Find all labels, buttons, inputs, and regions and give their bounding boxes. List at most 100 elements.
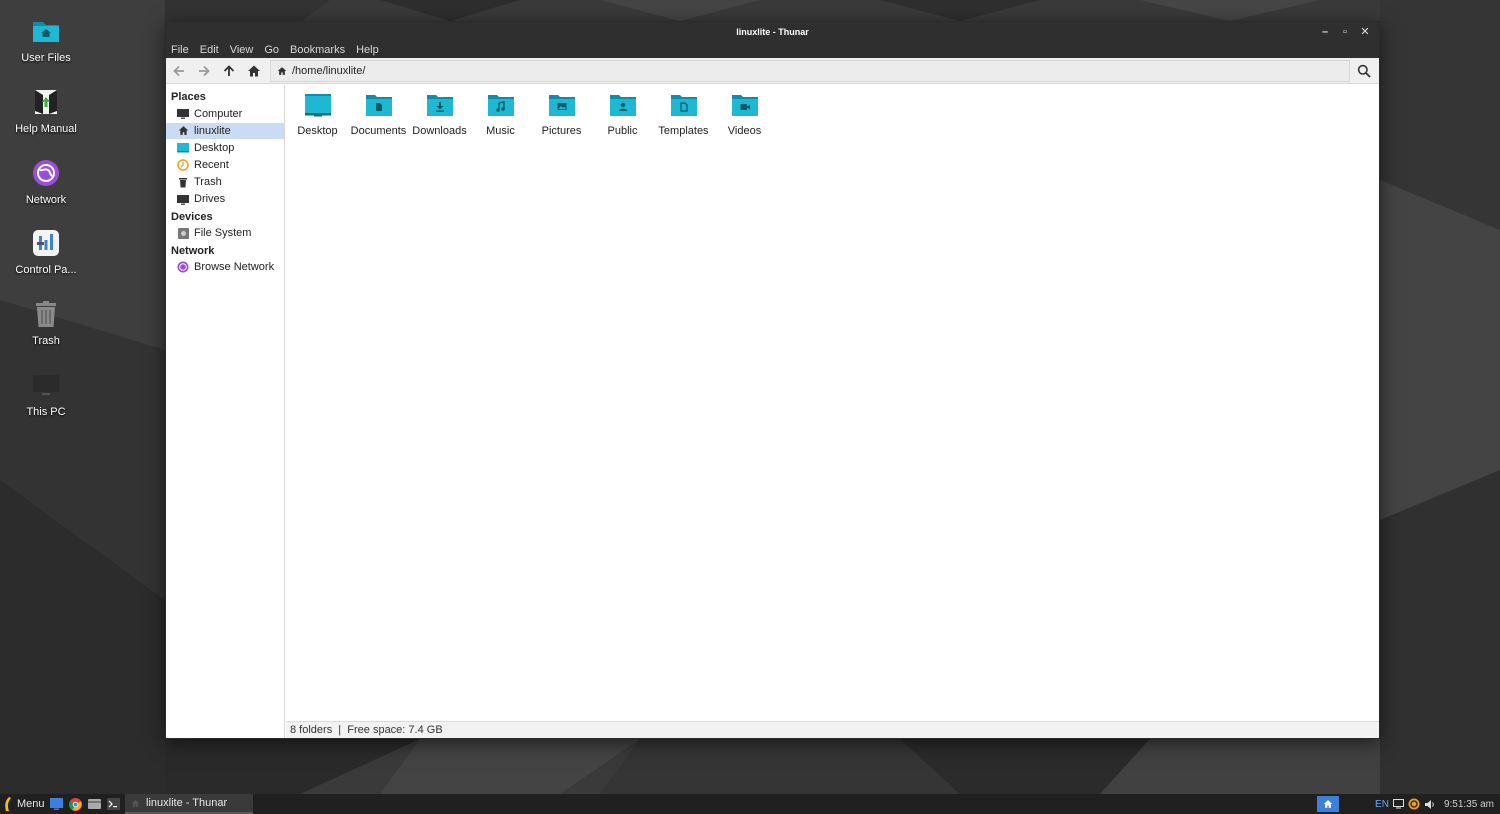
location-bar[interactable]: /home/linuxlite/ (270, 60, 1350, 82)
folder-label: Templates (658, 125, 709, 137)
computer-icon (33, 375, 59, 395)
home-icon (277, 67, 287, 75)
taskbar-task-thunar[interactable]: linuxlite - Thunar (125, 794, 253, 814)
terminal-icon (106, 798, 120, 810)
location-path: /home/linuxlite/ (292, 65, 366, 77)
arrow-left-icon (172, 65, 184, 76)
sidebar-item-desktop[interactable]: Desktop (166, 140, 284, 157)
sidebar-item-linuxlite[interactable]: linuxlite (166, 122, 284, 140)
update-notifier-icon[interactable] (1408, 798, 1420, 810)
trash-icon (36, 301, 56, 327)
computer-icon (177, 109, 189, 120)
control-panel-icon (33, 230, 59, 256)
close-icon[interactable]: ✕ (1355, 22, 1375, 41)
status-bar: 8 folders | Free space: 7.4 GB (286, 721, 1379, 738)
home-button[interactable] (241, 60, 266, 82)
sidebar-item-browse-network[interactable]: Browse Network (166, 259, 284, 276)
folder-label: Videos (727, 125, 762, 137)
folder-label: Downloads (412, 125, 467, 137)
sidebar-header-network: Network (171, 244, 215, 257)
music-folder-icon (487, 95, 514, 116)
display-icon[interactable] (1392, 799, 1404, 809)
keyboard-layout[interactable]: EN (1375, 799, 1389, 810)
file-manager-launcher[interactable] (87, 797, 102, 812)
pictures-folder-icon (548, 95, 575, 116)
volume-icon[interactable] (1424, 799, 1436, 810)
desktop-icon-user-files[interactable]: User Files (4, 14, 88, 78)
title-bar[interactable]: linuxlite - Thunar – ▫ ✕ (166, 22, 1379, 41)
folder-item-desktop[interactable]: Desktop (287, 92, 348, 142)
menu-help[interactable]: Help (356, 44, 379, 56)
clock[interactable]: 9:51:35 am (1444, 799, 1494, 810)
folder-label: Documents (350, 125, 407, 137)
menu-button[interactable]: Menu (4, 797, 45, 811)
sidebar-item-recent[interactable]: Recent (166, 157, 284, 174)
folder-label: Pictures (541, 125, 582, 137)
sidebar-item-file-system[interactable]: File System (166, 225, 284, 242)
folder-item-pictures[interactable]: Pictures (531, 92, 592, 142)
folder-label: Desktop (297, 125, 338, 137)
folder-label: Public (607, 125, 638, 137)
trash-icon (179, 177, 187, 188)
chrome-icon (68, 797, 82, 811)
forward-button[interactable] (191, 60, 216, 82)
arrow-up-icon (223, 64, 234, 76)
file-view[interactable]: Desktop Documents Downloads Music Pictur… (286, 85, 1379, 721)
folder-item-documents[interactable]: Documents (348, 92, 409, 142)
search-button[interactable] (1353, 60, 1375, 82)
folder-label: Music (486, 125, 515, 137)
workspace-button[interactable] (1317, 796, 1340, 812)
sidebar-item-label: Desktop (194, 141, 235, 154)
desktop-icon-help-manual[interactable]: Help Manual (4, 85, 88, 149)
desktop-icon-control-panel[interactable]: Control Pa... (4, 226, 88, 290)
menu-edit[interactable]: Edit (200, 44, 219, 56)
home-icon (247, 65, 260, 76)
menu-view[interactable]: View (230, 44, 254, 56)
sidebar-item-label: linuxlite (194, 124, 231, 137)
system-tray: EN 9:51:35 am (1317, 794, 1494, 814)
sidebar-item-label: Drives (194, 193, 226, 206)
minimize-icon[interactable]: – (1315, 22, 1335, 41)
desktop-icon-label: Control Pa... (15, 264, 77, 276)
desktop-icon-label: Network (25, 194, 67, 206)
folder-item-music[interactable]: Music (470, 92, 531, 142)
menu-file[interactable]: File (171, 44, 189, 56)
show-desktop-launcher[interactable] (49, 797, 64, 812)
browser-launcher[interactable] (68, 797, 83, 812)
desktop-icon-label: Trash (32, 335, 60, 347)
status-text: 8 folders | Free space: 7.4 GB (290, 724, 443, 736)
maximize-icon[interactable]: ▫ (1335, 22, 1355, 41)
network-icon (33, 160, 59, 186)
desktop-icon-this-pc[interactable]: This PC (4, 368, 88, 432)
sidebar-item-trash[interactable]: Trash (166, 174, 284, 191)
arrow-right-icon (198, 65, 210, 76)
file-manager-window: linuxlite - Thunar – ▫ ✕ File Edit View … (165, 21, 1380, 739)
folder-item-downloads[interactable]: Downloads (409, 92, 470, 142)
folder-item-public[interactable]: Public (592, 92, 653, 142)
parent-folder-button[interactable] (216, 60, 241, 82)
sidebar-item-computer[interactable]: Computer (166, 106, 284, 123)
sidebar-header-devices: Devices (171, 210, 213, 223)
window-controls: – ▫ ✕ (1315, 22, 1375, 41)
desktop-folder-icon (304, 94, 331, 117)
folder-item-templates[interactable]: Templates (653, 92, 714, 142)
desktop-icon (177, 143, 189, 153)
desktop-icon-trash[interactable]: Trash (4, 297, 88, 361)
sidebar-item-label: File System (194, 227, 252, 240)
back-button[interactable] (166, 60, 191, 82)
menu-go[interactable]: Go (264, 44, 279, 56)
folder-item-videos[interactable]: Videos (714, 92, 775, 142)
linuxlite-logo-icon (5, 797, 11, 811)
sidebar-item-label: Trash (194, 176, 222, 189)
sidebar-item-drives[interactable]: Drives (166, 191, 284, 208)
desktop-icon-label: Help Manual (15, 123, 77, 135)
menu-bookmarks[interactable]: Bookmarks (290, 44, 345, 56)
videos-folder-icon (731, 95, 758, 116)
window-title: linuxlite - Thunar (736, 26, 809, 37)
terminal-launcher[interactable] (106, 797, 121, 812)
downloads-folder-icon (426, 95, 453, 116)
home-icon (1323, 800, 1333, 808)
desktop-icon-network[interactable]: Network (4, 156, 88, 220)
sidebar: Places Computer linuxlite Desktop Recent… (166, 85, 285, 738)
desktop-icon (49, 798, 63, 810)
